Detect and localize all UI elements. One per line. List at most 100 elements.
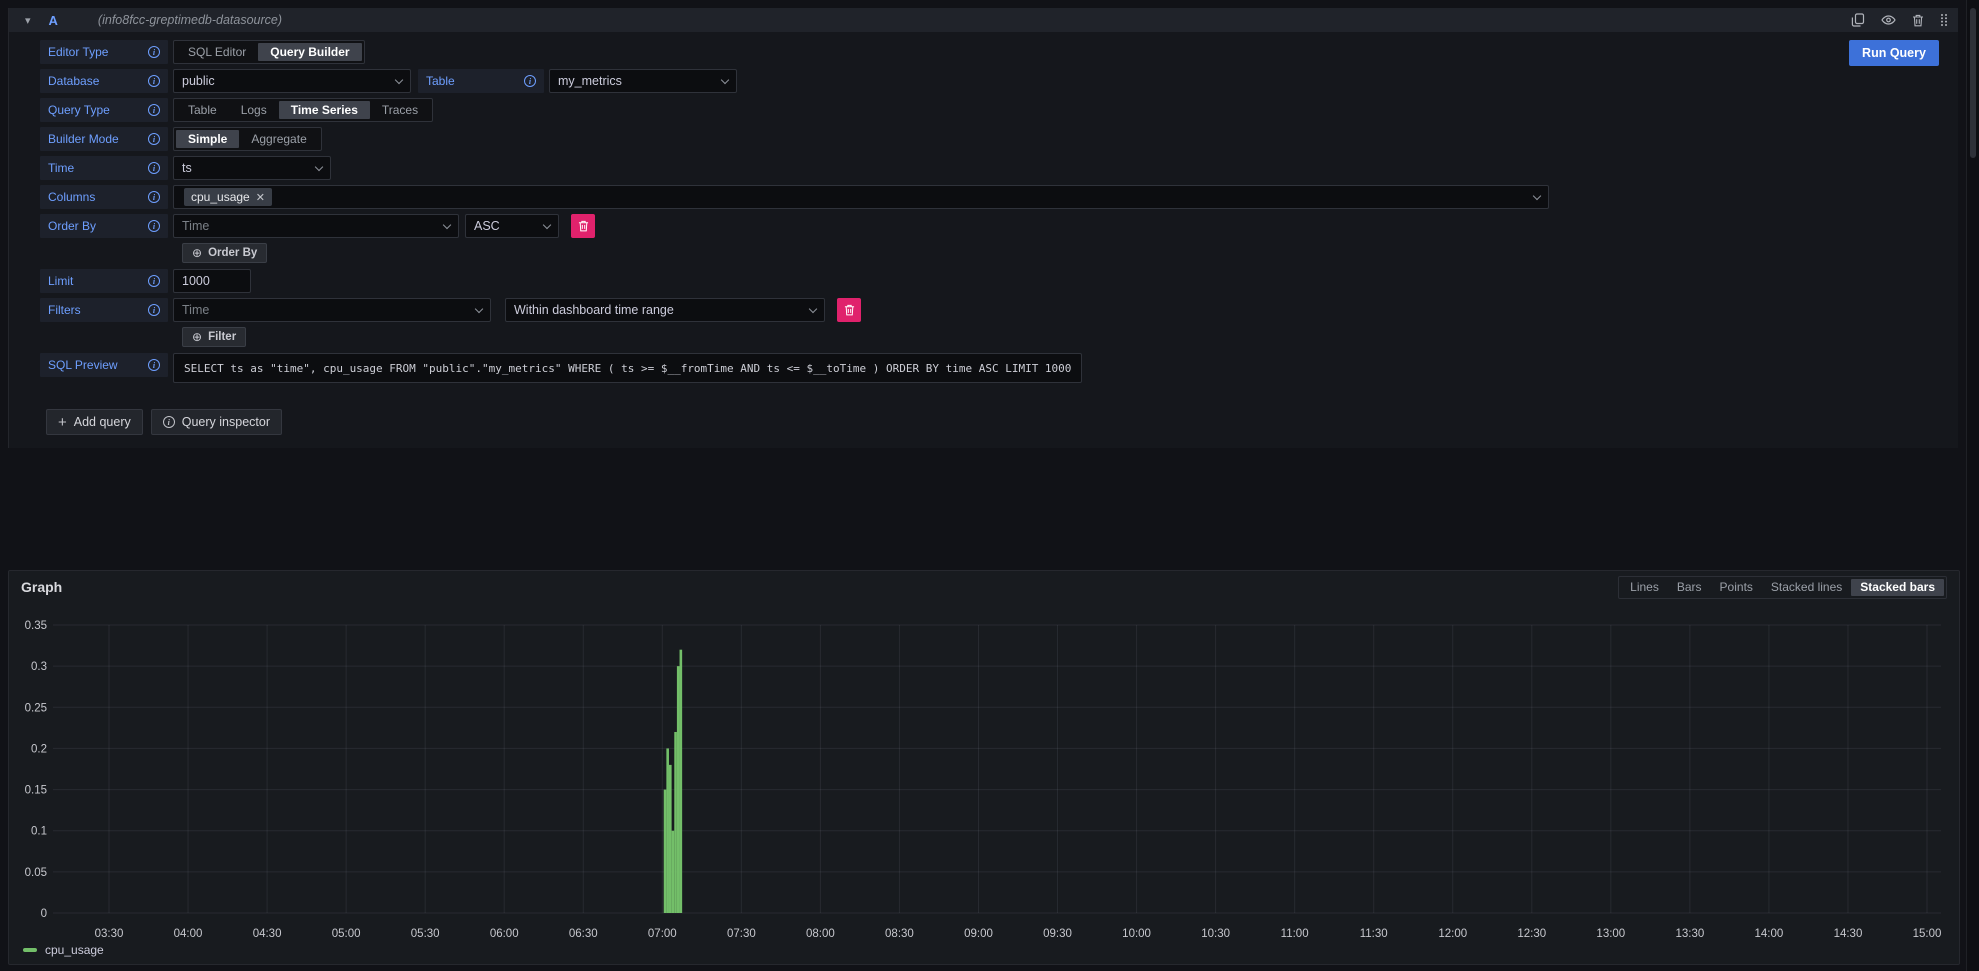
- svg-text:0.3: 0.3: [31, 661, 47, 673]
- scrollbar-track[interactable]: [1966, 0, 1979, 971]
- chevron-down-icon: [395, 75, 403, 83]
- svg-text:09:00: 09:00: [964, 928, 993, 940]
- info-icon[interactable]: i: [148, 220, 160, 232]
- editor-type-query-builder[interactable]: Query Builder: [258, 43, 361, 61]
- table-select[interactable]: my_metrics: [549, 69, 737, 93]
- time-row: Time i ts: [40, 156, 1958, 180]
- svg-text:14:30: 14:30: [1834, 928, 1863, 940]
- order-by-direction-select[interactable]: ASC: [465, 214, 559, 238]
- info-icon[interactable]: i: [148, 304, 160, 316]
- filters-label: Filters i: [40, 298, 168, 322]
- svg-text:12:30: 12:30: [1517, 928, 1546, 940]
- legend-series-swatch: [23, 948, 37, 952]
- svg-text:03:30: 03:30: [95, 928, 124, 940]
- info-icon[interactable]: i: [148, 133, 160, 145]
- add-query-button[interactable]: + Add query: [46, 409, 143, 435]
- database-label: Database i: [40, 69, 168, 93]
- bar-cpu_usage-07:02[interactable]: [666, 748, 669, 913]
- chevron-down-icon: [315, 162, 323, 170]
- svg-text:12:00: 12:00: [1438, 928, 1467, 940]
- query-inspector-button[interactable]: i Query inspector: [151, 409, 282, 435]
- sql-preview-label: SQL Preview i: [40, 353, 168, 377]
- add-order-by-button[interactable]: ⊕ Order By: [182, 243, 267, 263]
- builder-mode-simple[interactable]: Simple: [176, 130, 239, 148]
- bar-cpu_usage-07:07[interactable]: [680, 650, 683, 913]
- info-icon[interactable]: i: [148, 162, 160, 174]
- editor-type-row: Editor Type i SQL EditorQuery Builder: [40, 40, 1958, 64]
- svg-text:04:00: 04:00: [174, 928, 203, 940]
- remove-filter-button[interactable]: [837, 298, 861, 322]
- builder-mode-aggregate[interactable]: Aggregate: [239, 130, 318, 148]
- time-column-select[interactable]: ts: [173, 156, 331, 180]
- builder-mode-row: Builder Mode i SimpleAggregate: [40, 127, 1958, 151]
- info-icon[interactable]: i: [148, 104, 160, 116]
- order-by-column-select[interactable]: Time: [173, 214, 459, 238]
- filter-column-select[interactable]: Time: [173, 298, 491, 322]
- bar-cpu_usage-07:03[interactable]: [669, 765, 672, 913]
- info-icon[interactable]: i: [524, 75, 536, 87]
- info-icon[interactable]: i: [148, 46, 160, 58]
- run-query-button[interactable]: Run Query: [1849, 40, 1939, 66]
- limit-input[interactable]: [173, 269, 251, 293]
- remove-tag-icon[interactable]: ✕: [256, 191, 265, 204]
- query-type-traces[interactable]: Traces: [370, 101, 430, 119]
- bar-cpu_usage-07:06[interactable]: [677, 666, 680, 913]
- graph-panel-header: Graph LinesBarsPointsStacked linesStacke…: [9, 571, 1959, 601]
- eye-icon[interactable]: [1881, 14, 1896, 26]
- info-icon[interactable]: i: [148, 75, 160, 87]
- graph-mode-bars[interactable]: Bars: [1668, 579, 1711, 596]
- svg-text:0.1: 0.1: [31, 826, 47, 838]
- svg-text:10:00: 10:00: [1122, 928, 1151, 940]
- database-select[interactable]: public: [173, 69, 411, 93]
- svg-text:0.2: 0.2: [31, 743, 47, 755]
- query-editor-section: ▾ A (info8fcc-greptimedb-datasource): [8, 8, 1958, 448]
- remove-order-by-button[interactable]: [571, 214, 595, 238]
- drag-handle-icon[interactable]: [1940, 13, 1948, 27]
- filter-condition-select[interactable]: Within dashboard time range: [505, 298, 825, 322]
- info-icon[interactable]: i: [148, 359, 160, 371]
- chevron-down-icon: [443, 220, 451, 228]
- svg-text:15:00: 15:00: [1913, 928, 1942, 940]
- query-type-logs[interactable]: Logs: [229, 101, 279, 119]
- trash-icon[interactable]: [1912, 14, 1924, 27]
- sql-preview-code: SELECT ts as "time", cpu_usage FROM "pub…: [173, 353, 1082, 383]
- time-series-chart[interactable]: 00.050.10.150.20.250.30.3503:3004:0004:3…: [9, 603, 1949, 943]
- svg-text:08:00: 08:00: [806, 928, 835, 940]
- svg-text:05:30: 05:30: [411, 928, 440, 940]
- chevron-down-icon: [475, 304, 483, 312]
- editor-type-sql-editor[interactable]: SQL Editor: [176, 43, 258, 61]
- svg-text:13:30: 13:30: [1675, 928, 1704, 940]
- info-icon[interactable]: i: [148, 275, 160, 287]
- bar-cpu_usage-07:01[interactable]: [664, 790, 667, 913]
- sql-preview-row: SQL Preview i SELECT ts as "time", cpu_u…: [40, 353, 1958, 383]
- columns-row: Columns i cpu_usage ✕: [40, 185, 1958, 209]
- chevron-down-icon[interactable]: ▾: [25, 14, 31, 27]
- duplicate-query-icon[interactable]: [1851, 13, 1865, 27]
- info-icon[interactable]: i: [148, 191, 160, 203]
- query-row-header[interactable]: ▾ A (info8fcc-greptimedb-datasource): [9, 8, 1958, 32]
- svg-text:09:30: 09:30: [1043, 928, 1072, 940]
- graph-mode-stacked-bars[interactable]: Stacked bars: [1851, 579, 1944, 596]
- chevron-down-icon: [543, 220, 551, 228]
- svg-text:07:00: 07:00: [648, 928, 677, 940]
- query-type-tabs: TableLogsTime SeriesTraces: [173, 98, 433, 122]
- table-label: Table i: [418, 69, 544, 93]
- legend-series-label[interactable]: cpu_usage: [45, 943, 104, 957]
- query-type-table[interactable]: Table: [176, 101, 229, 119]
- graph-mode-stacked-lines[interactable]: Stacked lines: [1762, 579, 1851, 596]
- svg-text:0.35: 0.35: [25, 620, 47, 632]
- graph-mode-points[interactable]: Points: [1711, 579, 1762, 596]
- graph-panel: Graph LinesBarsPointsStacked linesStacke…: [8, 570, 1960, 965]
- query-footer: + Add query i Query inspector: [46, 409, 1958, 435]
- column-tag: cpu_usage ✕: [184, 188, 272, 206]
- scrollbar-thumb[interactable]: [1970, 8, 1976, 158]
- bar-cpu_usage-07:04[interactable]: [672, 831, 675, 913]
- svg-text:0.25: 0.25: [25, 702, 47, 714]
- query-type-row: Query Type i TableLogsTime SeriesTraces: [40, 98, 1958, 122]
- add-filter-button[interactable]: ⊕ Filter: [182, 327, 246, 347]
- query-type-time-series[interactable]: Time Series: [279, 101, 370, 119]
- columns-multiselect[interactable]: cpu_usage ✕: [173, 185, 1549, 209]
- graph-mode-lines[interactable]: Lines: [1621, 579, 1668, 596]
- bar-cpu_usage-07:05[interactable]: [674, 732, 677, 913]
- svg-text:11:30: 11:30: [1360, 928, 1388, 940]
